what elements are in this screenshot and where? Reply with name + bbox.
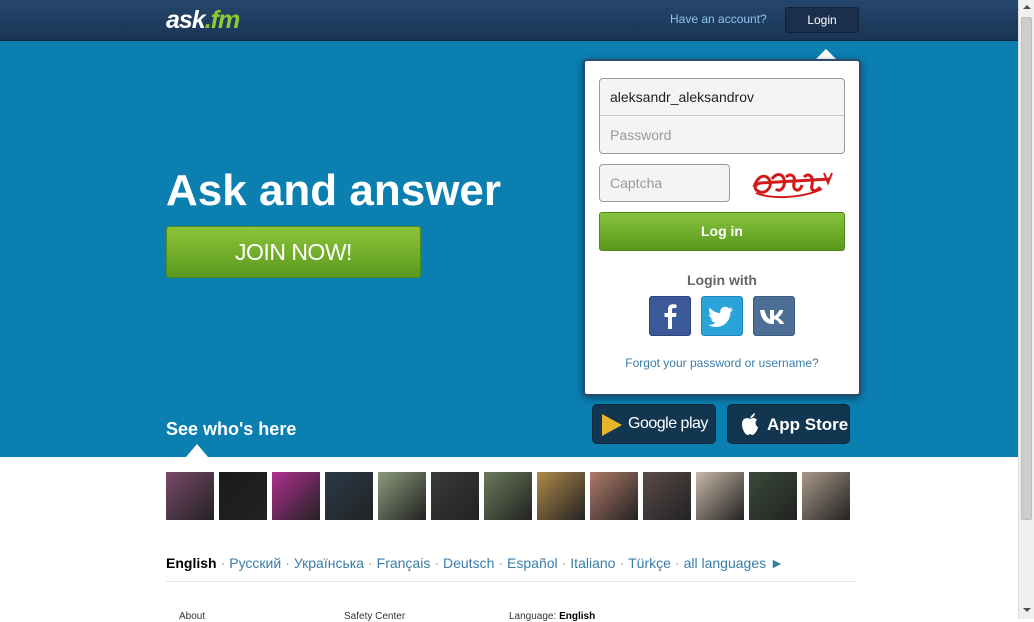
forgot-password-link[interactable]: Forgot your password or username? <box>585 356 859 370</box>
language-spanish[interactable]: Español <box>507 555 558 571</box>
language-list: English · Русский · Українська · Français · Deut… <box>166 555 784 571</box>
credentials-group <box>599 78 845 154</box>
top-bar: ask.fm Have an account? Login <box>0 0 1018 41</box>
app-store-label: App Store <box>767 415 849 434</box>
vk-login-button[interactable] <box>753 296 795 336</box>
google-play-icon <box>602 414 622 436</box>
avatar[interactable] <box>325 472 373 520</box>
avatar[interactable] <box>590 472 638 520</box>
footer-language-value: English <box>559 611 596 622</box>
avatar[interactable] <box>802 472 850 520</box>
avatar[interactable] <box>378 472 426 520</box>
google-play-button[interactable]: Google play <box>592 404 716 444</box>
app-store-button[interactable]: App Store <box>727 404 850 444</box>
apple-icon <box>742 413 758 435</box>
see-whos-here-heading: See who's here <box>166 419 297 439</box>
hero-section <box>0 41 1018 457</box>
password-field[interactable] <box>600 116 844 153</box>
language-italian[interactable]: Italiano <box>570 555 615 571</box>
header-login-button[interactable]: Login <box>785 7 859 33</box>
hero-headline: Ask and answer <box>166 166 502 215</box>
language-german[interactable]: Deutsch <box>443 555 494 571</box>
facebook-login-button[interactable] <box>649 296 691 336</box>
all-languages-link[interactable]: all languages ► <box>684 555 784 571</box>
divider <box>166 581 856 582</box>
language-turkish[interactable]: Türkçe <box>628 555 671 571</box>
captcha-image <box>752 172 833 199</box>
language-russian[interactable]: Русский <box>229 555 281 571</box>
captcha-input[interactable] <box>599 164 730 202</box>
google-play-label: Google play <box>628 415 708 432</box>
twitter-login-button[interactable] <box>701 296 743 336</box>
vertical-scrollbar[interactable] <box>1018 0 1034 619</box>
ask-fm-logo[interactable]: ask.fm <box>166 6 240 35</box>
scroll-down-arrow-icon[interactable] <box>1023 608 1031 612</box>
join-now-button[interactable]: JOIN NOW! <box>166 226 421 278</box>
login-with-label: Login with <box>687 272 757 288</box>
avatar[interactable] <box>166 472 214 520</box>
about-link[interactable]: About <box>179 611 205 622</box>
have-account-text: Have an account? <box>670 12 767 26</box>
twitter-icon <box>708 306 733 327</box>
scroll-thumb[interactable] <box>1021 17 1032 520</box>
username-field[interactable] <box>600 79 844 116</box>
language-french[interactable]: Français <box>377 555 431 571</box>
avatar[interactable] <box>643 472 691 520</box>
avatar[interactable] <box>696 472 744 520</box>
avatar[interactable] <box>431 472 479 520</box>
footer-language-label: Language: <box>509 611 557 622</box>
language-ukrainian[interactable]: Українська <box>294 555 364 571</box>
avatar[interactable] <box>749 472 797 520</box>
see-who-caret <box>186 444 208 457</box>
avatar[interactable] <box>272 472 320 520</box>
avatar[interactable] <box>484 472 532 520</box>
login-panel: Log in Login with Forgot your password o… <box>583 59 861 396</box>
facebook-icon <box>664 304 677 329</box>
avatar[interactable] <box>537 472 585 520</box>
language-english[interactable]: English <box>166 555 217 571</box>
avatar[interactable] <box>219 472 267 520</box>
footer-language[interactable]: Language: English <box>509 611 595 622</box>
log-in-button[interactable]: Log in <box>599 212 845 251</box>
safety-center-link[interactable]: Safety Center <box>344 611 405 622</box>
scroll-up-arrow-icon[interactable] <box>1023 5 1031 9</box>
vk-icon <box>760 310 785 324</box>
